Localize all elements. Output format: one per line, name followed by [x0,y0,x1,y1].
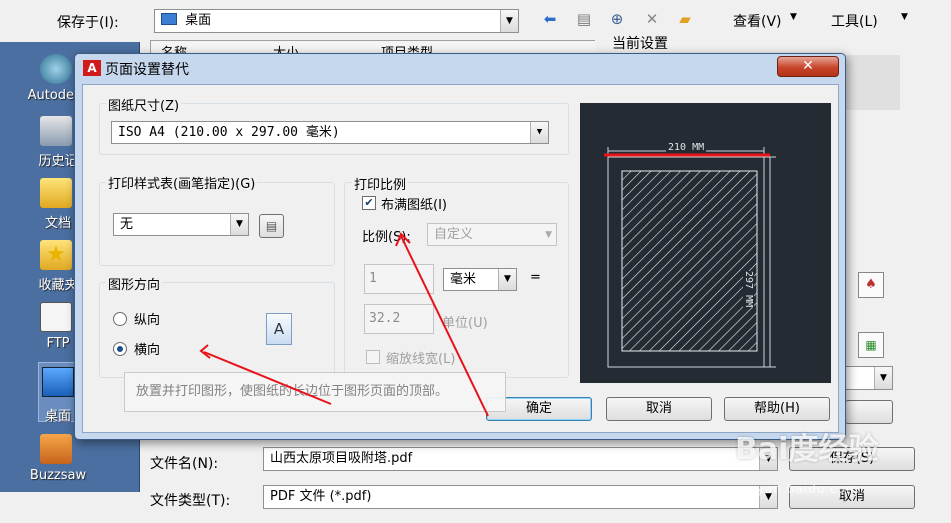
autocad-logo-icon: A [83,60,101,76]
unit-label: 单位(U) [442,316,488,331]
scale-dropdown[interactable]: 自定义 ▼ [427,223,557,246]
place-desktop[interactable]: 桌面 [38,362,76,424]
unit-dropdown[interactable]: 毫米 ▼ [443,268,517,291]
paper-size-value: ISO A4 (210.00 x 297.00 毫米) [118,125,340,140]
plot-style-group-title: 打印样式表(画笔指定)(G) [106,173,258,192]
delete-icon[interactable]: ✕ [642,9,662,29]
tools-menu[interactable]: 工具(L) [831,11,878,31]
orientation-group [99,282,335,378]
chevron-down-icon: ▼ [874,367,892,389]
equals-sign: = [530,270,541,285]
place-label: Buzzsaw [29,468,87,483]
filename-label: 文件名(N): [150,456,219,472]
autodesk-icon [40,54,72,84]
save-in-value: 桌面 [185,13,212,28]
paper-size-group-title: 图纸尺寸(Z) [106,95,182,114]
portrait-label[interactable]: 纵向 [134,309,160,328]
scale-denominator-input[interactable]: 32.2 [364,304,434,334]
plot-scale-group-title: 打印比例 [352,174,409,193]
tools-menu-chevron-icon[interactable]: ▼ [901,12,908,22]
buzzsaw-icon [40,434,72,464]
select-window-icon[interactable]: ▦ [858,332,884,358]
settings-dropdown[interactable]: ▼ [845,366,893,390]
scale-lineweight-label[interactable]: 缩放线宽(L) [386,348,455,367]
chevron-down-icon: ▼ [759,448,777,470]
view-menu-chevron-icon[interactable]: ▼ [790,12,797,22]
close-button[interactable]: ✕ [777,56,839,77]
orientation-tooltip: 放置并打印图形，使图纸的长边位于图形页面的顶部。 [124,372,506,412]
portrait-radio[interactable] [113,312,127,326]
desktop-icon [161,13,177,25]
documents-folder-icon [40,178,72,208]
chevron-down-icon: ▼ [530,122,548,143]
paper-size-dropdown[interactable]: ISO A4 (210.00 x 297.00 毫米) ▼ [111,121,549,144]
orientation-group-title: 图形方向 [106,274,163,293]
filename-input[interactable]: 山西太原项目吸附塔.pdf ▼ [263,447,778,471]
scale-numerator-input[interactable]: 1 [364,264,434,294]
save-in-label: 保存于(I): [57,15,119,31]
paper-preview: 210 MM 297 MM [580,103,831,383]
save-button[interactable]: 保存(S) [789,447,915,471]
unit-value: 毫米 [450,272,477,287]
stamp-icon[interactable]: ♠ [858,272,884,298]
orientation-page-icon: A [266,313,292,345]
save-in-dropdown[interactable]: 桌面 ▼ [154,9,519,33]
filetype-dropdown[interactable]: PDF 文件 (*.pdf) ▼ [263,485,778,509]
chevron-down-icon: ▼ [759,486,777,508]
cancel-button[interactable]: 取消 [789,485,915,509]
landscape-label[interactable]: 横向 [134,339,160,358]
up-folder-icon[interactable]: ▤ [574,9,594,29]
new-folder-icon[interactable]: ▰ [675,9,695,29]
scale-value: 自定义 [434,227,474,242]
scale-lineweight-checkbox[interactable] [366,350,380,364]
help-button[interactable]: 帮助(H) [724,397,830,421]
preview-width-label: 210 MM [666,142,707,153]
chevron-down-icon: ▼ [545,230,552,240]
filetype-label: 文件类型(T): [150,493,231,509]
search-web-icon[interactable]: ⊕ [607,9,627,29]
edit-plot-style-icon[interactable]: ▤ [259,214,284,238]
desktop-icon [42,367,74,397]
preview-height-label: 297 MM [743,271,754,308]
place-label: 桌面 [44,409,71,424]
plot-style-value: 无 [120,217,134,232]
scale-label: 比例(S): [362,230,411,245]
settings-button[interactable] [845,400,893,424]
plot-style-dropdown[interactable]: 无 ▼ [113,213,249,236]
view-menu[interactable]: 查看(V) [733,11,782,31]
landscape-radio[interactable] [113,342,127,356]
filetype-value: PDF 文件 (*.pdf) [270,489,372,504]
chevron-down-icon: ▼ [230,214,248,235]
dialog-title: 页面设置替代 [105,62,189,78]
current-settings-label: 当前设置 [612,36,668,52]
filename-value: 山西太原项目吸附塔.pdf [270,451,413,466]
history-icon [40,116,72,146]
back-arrow-icon[interactable]: ⬅ [540,9,560,29]
favorites-folder-icon: ★ [40,240,72,270]
ftp-icon [40,302,72,332]
fit-to-paper-label[interactable]: 布满图纸(I) [381,194,447,213]
chevron-down-icon: ▼ [500,10,518,32]
chevron-down-icon: ▼ [498,269,516,290]
dialog-cancel-button[interactable]: 取消 [606,397,712,421]
fit-to-paper-checkbox[interactable]: ✔ [362,196,376,210]
